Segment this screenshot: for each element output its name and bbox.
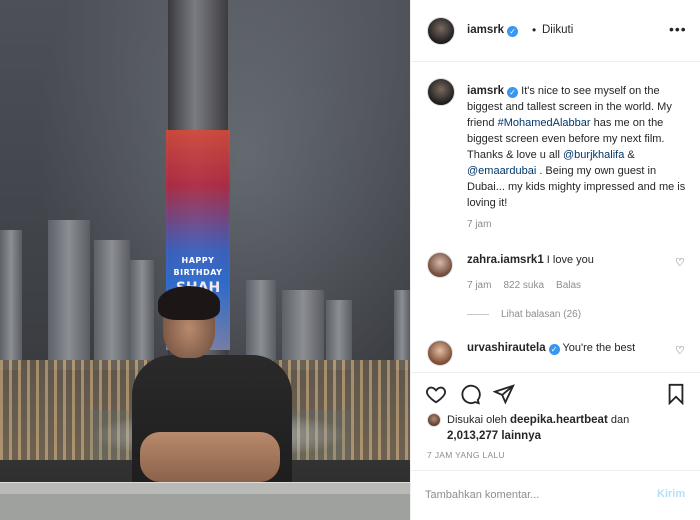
- header-username[interactable]: iamsrk ✓: [467, 24, 519, 37]
- likes-suffix[interactable]: lainnya: [498, 430, 541, 442]
- more-horizontal-icon[interactable]: •••: [669, 21, 687, 37]
- avatar[interactable]: [427, 340, 453, 366]
- building: [48, 220, 90, 370]
- avatar[interactable]: [427, 78, 455, 106]
- comment-text: You're the best: [559, 342, 636, 354]
- railing-base: [0, 494, 410, 520]
- comment-likes[interactable]: 822 suka: [503, 280, 544, 291]
- comment-username[interactable]: zahra.iamsrk1: [467, 254, 544, 266]
- verified-badge-icon: ✓: [507, 26, 519, 37]
- likes-prefix: Disukai oleh: [447, 414, 510, 426]
- separator-dot: •: [532, 23, 537, 37]
- likes-count[interactable]: 2,013,277: [447, 430, 498, 442]
- post-header: iamsrk ✓ • Diikuti •••: [411, 0, 700, 62]
- likes-text: Disukai oleh deepika.heartbeat dan 2,013…: [447, 412, 692, 444]
- heart-icon[interactable]: ♡: [675, 346, 685, 357]
- building: [130, 260, 154, 370]
- follow-status-button[interactable]: Diikuti: [542, 24, 573, 36]
- likes-mid: dan: [607, 414, 630, 426]
- comment-meta: 7 jam 822 suka Balas: [467, 280, 593, 291]
- comment-box: Kirim: [411, 470, 700, 520]
- building: [394, 290, 410, 370]
- person-arms: [140, 432, 280, 482]
- bookmark-icon[interactable]: [665, 383, 687, 406]
- heart-icon[interactable]: ♡: [675, 258, 685, 269]
- person-hair: [158, 286, 220, 320]
- comment-text: I love you: [543, 254, 594, 266]
- post-side-panel: iamsrk ✓ • Diikuti ••• iamsrk ✓ It's nice …: [410, 0, 700, 520]
- like-heart-icon[interactable]: [425, 383, 447, 405]
- reply-button[interactable]: Balas: [556, 280, 581, 291]
- comment-time: 7 jam: [467, 280, 492, 291]
- hashtag-link[interactable]: #MohamedAlabbar: [498, 117, 591, 129]
- building: [94, 240, 130, 370]
- screen-text-birthday: BIRTHDAY: [173, 268, 223, 277]
- verified-badge-icon: ✓: [507, 87, 519, 98]
- send-button[interactable]: Kirim: [657, 488, 685, 500]
- comment-body: urvashirautela ✓ You're the best: [467, 342, 635, 355]
- post-date: 7 JAM YANG LALU: [427, 450, 505, 460]
- replies-divider: [467, 313, 489, 315]
- view-replies-button[interactable]: Lihat balasan (26): [467, 309, 581, 320]
- post-photo[interactable]: HAPPY BIRTHDAY SHAH: [0, 0, 410, 520]
- railing: [0, 482, 410, 494]
- building: [282, 290, 324, 370]
- liker-username[interactable]: deepika.heartbeat: [510, 414, 608, 426]
- view-replies-label[interactable]: Lihat balasan (26): [501, 309, 581, 320]
- comment-input[interactable]: [425, 485, 635, 505]
- mention-link[interactable]: @burjkhalifa: [563, 149, 624, 161]
- avatar[interactable]: [427, 17, 455, 45]
- caption-username[interactable]: iamsrk: [467, 85, 504, 97]
- screen-text-happy: HAPPY: [181, 256, 215, 265]
- comment-body: zahra.iamsrk1 I love you: [467, 254, 594, 266]
- avatar[interactable]: [427, 413, 441, 427]
- comment-bubble-icon[interactable]: [459, 383, 481, 405]
- caption-part: &: [624, 149, 635, 161]
- mention-link[interactable]: @emaardubai: [467, 165, 536, 177]
- action-bar: [411, 372, 700, 412]
- building: [0, 230, 22, 370]
- share-send-icon[interactable]: [492, 383, 515, 405]
- username-link[interactable]: iamsrk: [467, 24, 504, 36]
- avatar[interactable]: [427, 252, 453, 278]
- comment-username[interactable]: urvashirautela: [467, 342, 546, 354]
- verified-badge-icon: ✓: [548, 344, 560, 355]
- caption-time: 7 jam: [467, 219, 492, 230]
- caption-text: iamsrk ✓ It's nice to see myself on the b…: [467, 83, 687, 211]
